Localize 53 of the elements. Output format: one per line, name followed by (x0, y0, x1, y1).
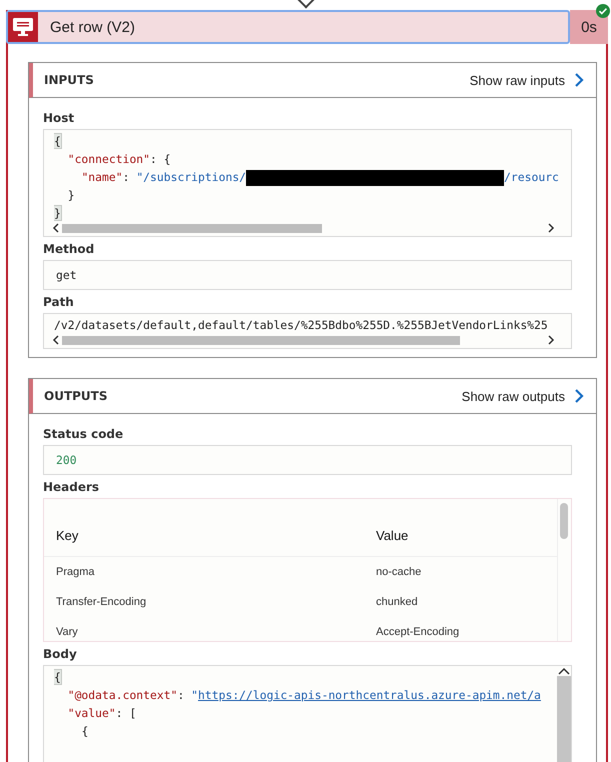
column-header: Key (56, 528, 80, 543)
sql-monitor-icon (8, 12, 38, 42)
json-punctuation: } (54, 206, 61, 220)
json-punctuation: : (122, 170, 130, 184)
method-value: get (43, 260, 572, 290)
json-string: /resourc (504, 170, 559, 184)
json-punctuation: : { (150, 152, 171, 166)
table-cell: no-cache (376, 566, 422, 578)
field-label: Path (43, 295, 75, 309)
path-viewer: /v2/datasets/default,default/tables/%255Bdbo%255D.%255BJetVendorLinks%25 (43, 313, 572, 349)
field-label: Host (43, 111, 76, 125)
field-label: Status code (43, 427, 124, 441)
scrollbar-thumb[interactable] (62, 336, 460, 344)
status-code-value: 200 (43, 445, 572, 475)
json-punctuation: { (54, 670, 61, 684)
table-cell: Accept-Encoding (376, 626, 460, 638)
field-label: Headers (43, 480, 100, 494)
json-key: "value" (68, 706, 116, 720)
field-label: Body (43, 647, 78, 661)
duration-label: 0s (570, 10, 608, 44)
table-cell-text: Transfer-Encoding (56, 596, 148, 608)
scroll-right-icon[interactable] (547, 223, 555, 233)
json-string: "/subscriptions/ (136, 170, 246, 184)
section-title: INPUTS (44, 73, 94, 87)
table-cell: chunked (376, 596, 418, 608)
json-key: "connection" (68, 152, 150, 166)
chevron-right-icon (574, 72, 584, 88)
action-header[interactable]: Get row (V2) (6, 10, 570, 44)
scrollbar-thumb[interactable] (62, 224, 322, 232)
scroll-right-icon[interactable] (547, 335, 555, 345)
show-raw-link[interactable]: Show raw inputs (470, 72, 584, 88)
scroll-up-icon[interactable] (557, 666, 571, 676)
vertical-scrollbar[interactable] (557, 499, 571, 641)
section-title: OUTPUTS (44, 389, 108, 403)
json-link[interactable]: https://logic-apis-northcentralus.azure-apim.net/a (198, 688, 541, 702)
table-cell-text: Pragma (56, 566, 96, 578)
table-cell-text: Vary (56, 626, 79, 638)
json-key: "name" (81, 170, 123, 184)
json-punctuation: : (177, 688, 186, 702)
json-punctuation: : [ (116, 706, 136, 720)
vertical-scrollbar[interactable] (557, 666, 571, 762)
show-raw-link[interactable]: Show raw outputs (462, 388, 584, 404)
json-string: " (191, 688, 198, 702)
json-punctuation: } (68, 188, 75, 202)
column-header: Value (376, 528, 408, 543)
chevron-right-icon (574, 388, 584, 404)
field-label: Method (43, 242, 96, 256)
json-punctuation: { (54, 134, 61, 148)
json-punctuation: { (81, 724, 88, 738)
action-title: Get row (V2) (50, 18, 136, 36)
scroll-left-icon[interactable] (52, 223, 60, 233)
scroll-left-icon[interactable] (52, 335, 60, 345)
json-key: "@odata.context" (68, 688, 178, 702)
